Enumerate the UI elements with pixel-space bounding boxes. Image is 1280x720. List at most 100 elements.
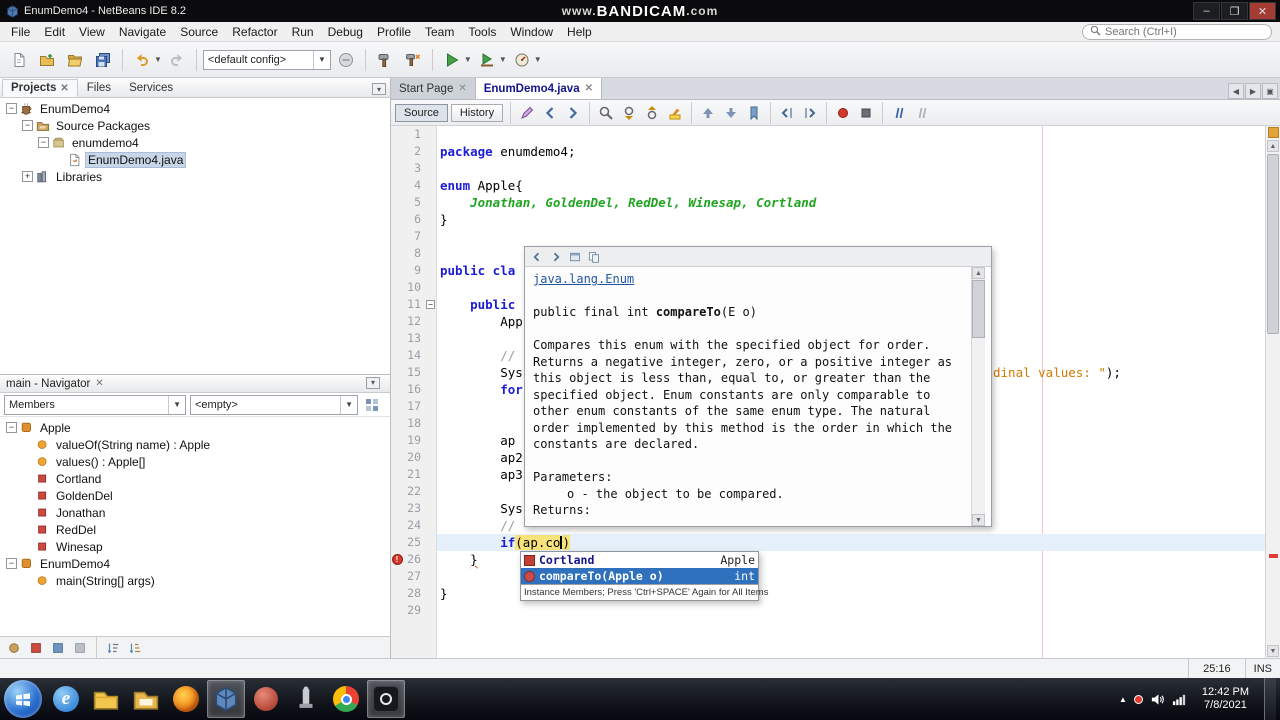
tray-network-icon[interactable]: [1172, 692, 1187, 707]
maximize-button[interactable]: ❐: [1221, 2, 1248, 20]
taskbar-chrome-icon[interactable]: [327, 680, 365, 718]
navigator-scope-dropdown[interactable]: Members ▼: [4, 394, 186, 415]
show-desktop-button[interactable]: [1264, 678, 1276, 720]
menu-file[interactable]: File: [4, 23, 37, 41]
tree-item-reddel[interactable]: RedDel: [0, 521, 390, 538]
clean-and-build-icon[interactable]: [400, 47, 426, 73]
collapse-toggle[interactable]: −: [22, 120, 33, 131]
previous-bookmark-icon[interactable]: [697, 103, 719, 123]
toggle-highlight-search-icon[interactable]: [664, 103, 686, 123]
menu-debug[interactable]: Debug: [321, 23, 370, 41]
memory-indicator-icon[interactable]: [333, 47, 359, 73]
next-bookmark-icon[interactable]: [720, 103, 742, 123]
tree-item-winesap[interactable]: Winesap: [0, 538, 390, 555]
taskbar-netbeans-icon[interactable]: [207, 680, 245, 718]
code-line-5[interactable]: 5 Jonathan, GoldenDel, RedDel, Winesap, …: [391, 194, 1265, 211]
code-line-1[interactable]: 1: [391, 126, 1265, 143]
stop-macro-recording-icon[interactable]: [855, 103, 877, 123]
build-project-icon[interactable]: [372, 47, 398, 73]
start-macro-recording-icon[interactable]: [832, 103, 854, 123]
tree-item-valueof-string-name-apple[interactable]: valueOf(String name) : Apple: [0, 436, 390, 453]
code-text[interactable]: if(ap.co): [437, 534, 1265, 551]
code-text[interactable]: [437, 228, 1265, 245]
scroll-tabs-left-button[interactable]: ◀: [1228, 83, 1244, 99]
code-text[interactable]: Jonathan, GoldenDel, RedDel, Winesap, Co…: [437, 194, 1265, 211]
tree-item-apple[interactable]: − Apple: [0, 419, 390, 436]
taskbar-windows-explorer-icon[interactable]: [87, 680, 125, 718]
copy-javadoc-icon[interactable]: [586, 249, 602, 264]
chevron-down-icon[interactable]: ▼: [534, 55, 542, 64]
tree-item-jonathan[interactable]: Jonathan: [0, 504, 390, 521]
code-text[interactable]: [437, 160, 1265, 177]
new-file-icon[interactable]: [6, 47, 32, 73]
menu-run[interactable]: Run: [285, 23, 321, 41]
code-line-2[interactable]: 2 package enumdemo4;: [391, 143, 1265, 160]
tree-item-enumdemo4-java[interactable]: EnumDemo4.java: [0, 151, 390, 168]
back-icon[interactable]: [539, 103, 561, 123]
collapse-toggle[interactable]: −: [6, 422, 17, 433]
new-project-icon[interactable]: [34, 47, 60, 73]
quick-search-box[interactable]: [1082, 23, 1272, 40]
show-static-members-button[interactable]: [48, 639, 68, 657]
completion-item-cortland[interactable]: Cortland Apple: [521, 552, 758, 568]
scroll-up-button[interactable]: ▲: [1267, 140, 1279, 152]
comment-lines-icon[interactable]: [888, 103, 910, 123]
undo-icon[interactable]: [129, 47, 155, 73]
javadoc-forward-icon[interactable]: [548, 249, 564, 264]
javadoc-back-icon[interactable]: [529, 249, 545, 264]
sort-by-source-button[interactable]: [125, 639, 145, 657]
panel-tab-files[interactable]: Files: [78, 79, 120, 97]
tree-item-enumdemo4[interactable]: − EnumDemo4: [0, 100, 390, 117]
shift-line-right-icon[interactable]: [799, 103, 821, 123]
javadoc-scroll-down-button[interactable]: ▼: [972, 514, 985, 526]
find-next-occurrence-icon[interactable]: [641, 103, 663, 123]
profile-project-icon[interactable]: [509, 47, 535, 73]
tree-item-enumdemo4[interactable]: − EnumDemo4: [0, 555, 390, 572]
source-view-button[interactable]: Source: [395, 103, 448, 122]
tray-recording-icon[interactable]: [1133, 694, 1143, 704]
tree-item-cortland[interactable]: Cortland: [0, 470, 390, 487]
expand-toggle[interactable]: +: [22, 171, 33, 182]
scrollbar-thumb[interactable]: [1267, 154, 1279, 334]
taskbar-clock[interactable]: 12:42 PM 7/8/2021: [1194, 686, 1257, 712]
navigator-filter-dropdown[interactable]: <empty> ▼: [190, 394, 358, 415]
menu-source[interactable]: Source: [173, 23, 225, 41]
navigator-minimize-button[interactable]: ▾: [366, 376, 380, 389]
chevron-down-icon[interactable]: ▼: [464, 55, 472, 64]
forward-icon[interactable]: [562, 103, 584, 123]
tree-item-values-apple[interactable]: values() : Apple[]: [0, 453, 390, 470]
history-view-button[interactable]: History: [450, 103, 504, 122]
start-button[interactable]: [4, 680, 42, 718]
close-tab-icon[interactable]: ✕: [585, 83, 593, 94]
tree-item-libraries[interactable]: + Libraries: [0, 168, 390, 185]
save-all-icon[interactable]: [90, 47, 116, 73]
debug-project-icon[interactable]: [474, 47, 500, 73]
panel-tab-services[interactable]: Services: [120, 79, 182, 97]
error-badge-icon[interactable]: !: [391, 554, 403, 565]
open-project-icon[interactable]: [62, 47, 88, 73]
taskbar-emblem-icon[interactable]: [287, 680, 325, 718]
tree-item-enumdemo4[interactable]: − enumdemo4: [0, 134, 390, 151]
tray-volume-icon[interactable]: [1150, 692, 1165, 707]
javadoc-scrollbar-thumb[interactable]: [972, 280, 985, 338]
chevron-down-icon[interactable]: ▼: [154, 55, 162, 64]
taskbar-internet-explorer-icon[interactable]: e: [47, 680, 85, 718]
show-inherited-members-button[interactable]: [4, 639, 24, 657]
taskbar-firefox-icon[interactable]: [167, 680, 205, 718]
javadoc-scrollbar[interactable]: ▲ ▼: [971, 267, 985, 526]
menu-refactor[interactable]: Refactor: [225, 23, 284, 41]
config-dropdown[interactable]: <default config> ▼: [202, 49, 331, 70]
scroll-tabs-right-button[interactable]: ▶: [1245, 83, 1261, 99]
menu-tools[interactable]: Tools: [461, 23, 503, 41]
tree-item-goldendel[interactable]: GoldenDel: [0, 487, 390, 504]
minimize-button[interactable]: –: [1193, 2, 1220, 20]
scroll-down-button[interactable]: ▼: [1267, 645, 1279, 657]
menu-view[interactable]: View: [72, 23, 112, 41]
collapse-toggle[interactable]: −: [6, 558, 17, 569]
code-text[interactable]: [437, 126, 1265, 143]
show-in-browser-icon[interactable]: [567, 249, 583, 264]
collapse-toggle[interactable]: −: [6, 103, 17, 114]
find-selection-icon[interactable]: [595, 103, 617, 123]
code-line-7[interactable]: 7: [391, 228, 1265, 245]
maximize-editor-button[interactable]: ▣: [1262, 83, 1278, 99]
